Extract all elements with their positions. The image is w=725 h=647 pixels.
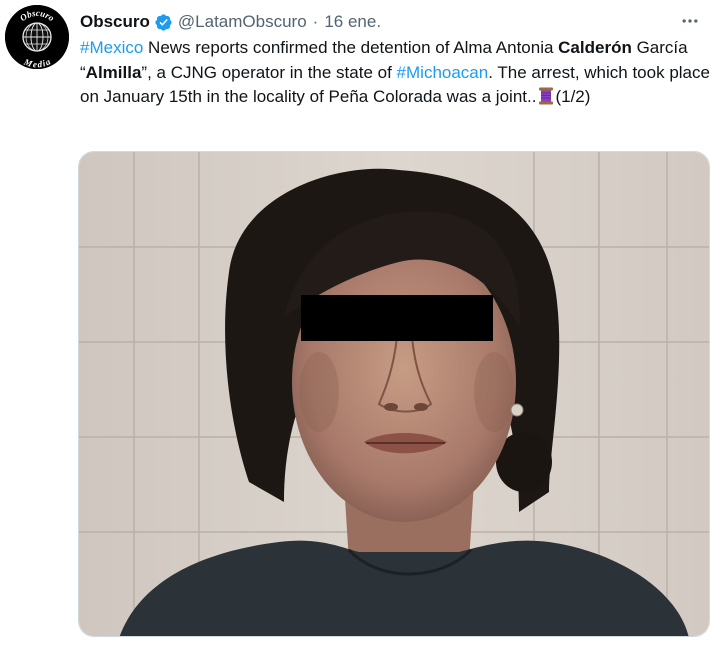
separator-dot: · [312, 12, 319, 31]
photo [79, 152, 709, 636]
tweet[interactable]: Obscuro Media Obscuro @LatamObscuro · 16… [0, 0, 725, 647]
tweet-date[interactable]: 16 ene. [324, 12, 381, 32]
more-options-icon [682, 19, 698, 23]
avatar[interactable]: Obscuro Media [5, 5, 69, 69]
tweet-text-part: News reports confirmed the detention of … [143, 38, 559, 57]
tweet-text-part: (1/2) [555, 87, 591, 106]
display-name[interactable]: Obscuro [80, 12, 150, 32]
hashtag-mexico[interactable]: #Mexico [80, 38, 143, 57]
tweet-text-bold: Calderón [558, 38, 632, 57]
thread-spool-icon [538, 87, 554, 105]
hashtag-michoacan[interactable]: #Michoacan [397, 63, 489, 82]
more-options-button[interactable] [675, 8, 705, 34]
tweet-header: Obscuro @LatamObscuro · 16 ene. [80, 10, 705, 34]
censor-bar [301, 295, 493, 341]
tweet-text-part: ”, a CJNG operator in the state of [141, 62, 397, 82]
globe-logo-icon: Obscuro Media [5, 5, 69, 69]
tweet-text: #Mexico News reports confirmed the deten… [80, 36, 720, 110]
user-handle[interactable]: @LatamObscuro [178, 12, 307, 32]
tweet-media-photo[interactable] [78, 151, 710, 637]
verified-badge-icon [154, 13, 173, 32]
tweet-text-bold: Almilla [85, 62, 142, 82]
